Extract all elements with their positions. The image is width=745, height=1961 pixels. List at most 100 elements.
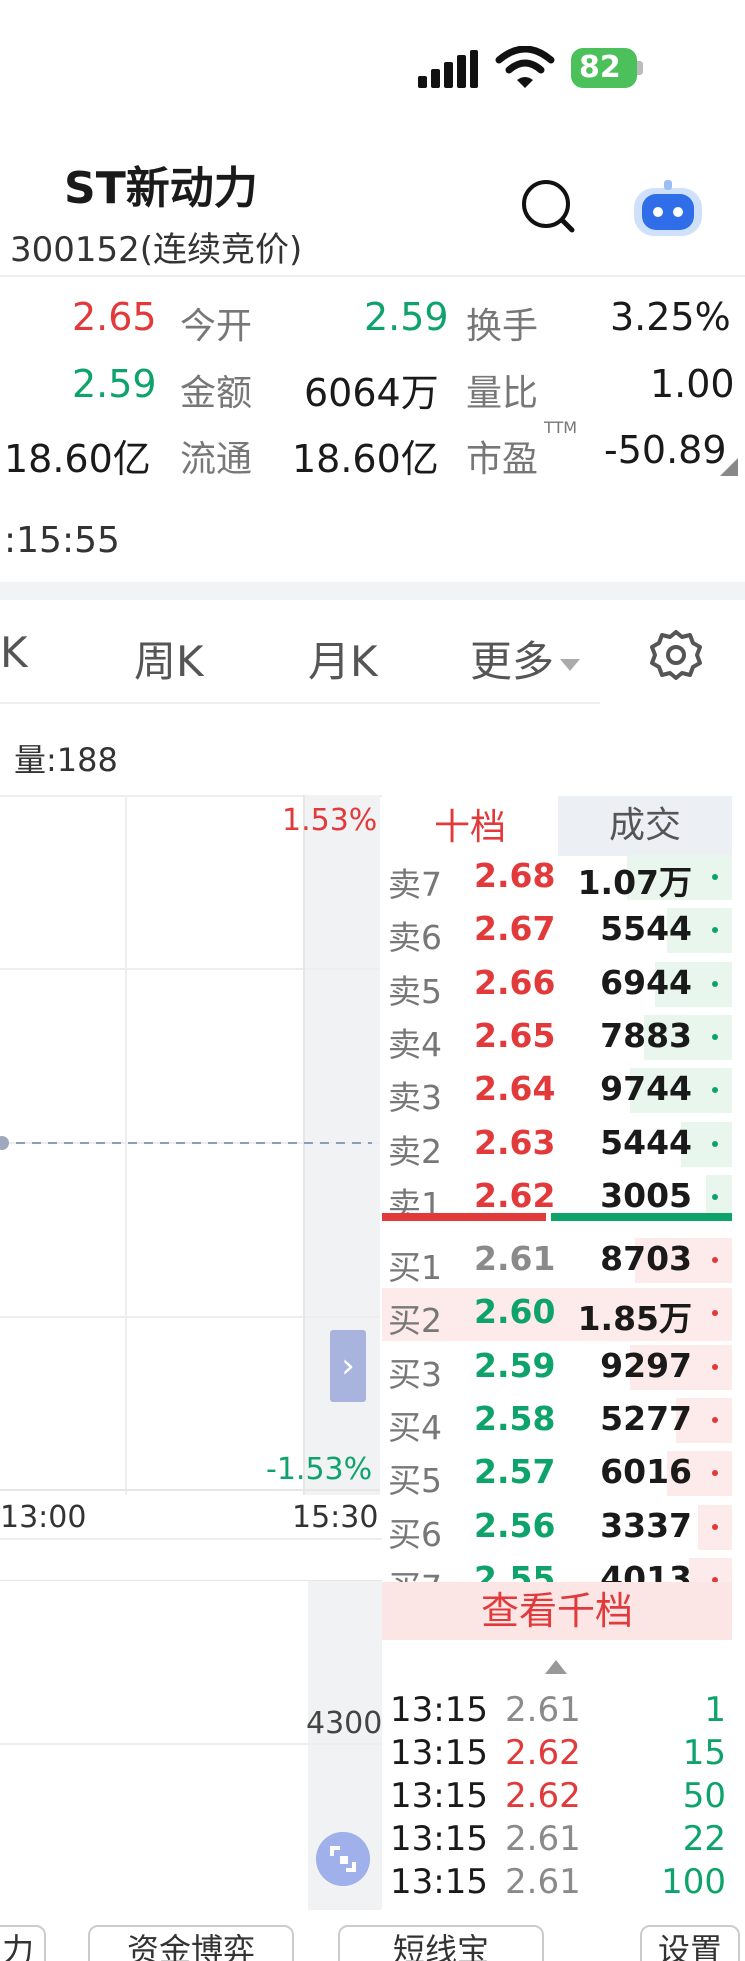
order-side: 卖2 [388, 1131, 442, 1171]
order-side: 买6 [388, 1514, 442, 1554]
trade-time: 13:15 [390, 1819, 488, 1859]
corner-triangle-icon [720, 458, 738, 476]
ask-row[interactable]: 卖4 2.65 7883 [382, 1012, 732, 1065]
bottom-button-short-line[interactable]: 短线宝 [338, 1925, 544, 1961]
order-side: 买1 [388, 1248, 442, 1288]
order-price: 2.68 [474, 856, 556, 895]
bottom-button-fund-game[interactable]: 资金博弈 [88, 1925, 294, 1961]
gear-icon[interactable] [648, 628, 704, 684]
trade-time: 13:15 [390, 1733, 488, 1773]
order-volume: 6944 [600, 962, 692, 1002]
bid-row[interactable]: 买4 2.58 5277 [382, 1395, 732, 1448]
order-price: 2.57 [474, 1452, 556, 1492]
order-side: 卖7 [388, 865, 442, 904]
order-dot [712, 1033, 718, 1040]
expand-orderbook-button[interactable]: › [330, 1330, 366, 1402]
tab-day-k[interactable]: K [0, 628, 28, 677]
label-pe: 市盈 [466, 439, 539, 480]
time-axis-right: 15:30 [292, 1500, 379, 1535]
order-side: 买2 [388, 1301, 442, 1341]
trade-time: 13:15 [390, 1776, 488, 1816]
wifi-icon [495, 46, 555, 88]
trade-row: 13:15 2.62 50 [390, 1776, 730, 1818]
tab-trades[interactable]: 成交 [558, 796, 732, 856]
label-open: 今开 [180, 306, 253, 347]
trade-price: 2.61 [505, 1690, 581, 1730]
quote-high: 2.65 [72, 295, 157, 339]
ask-row[interactable]: 卖6 2.67 5544 [382, 905, 732, 958]
label-volume-ratio: 量比 [466, 373, 539, 414]
trade-row: 13:15 2.62 15 [390, 1733, 730, 1775]
order-price: 2.60 [474, 1292, 556, 1332]
trade-price: 2.62 [505, 1776, 581, 1816]
tab-month-k[interactable]: 月K [308, 628, 378, 689]
trade-price: 2.62 [505, 1733, 581, 1773]
ask-row[interactable]: 卖5 2.66 6944 [382, 959, 732, 1012]
order-volume: 1.85万 [577, 1299, 692, 1339]
order-dot [712, 980, 718, 987]
order-price: 2.61 [474, 1239, 556, 1279]
ask-row[interactable]: 卖3 2.64 9744 [382, 1065, 732, 1118]
ask-row[interactable]: 卖2 2.63 5444 [382, 1119, 732, 1172]
tab-more-label: 更多 [470, 637, 555, 686]
order-volume: 7883 [600, 1015, 692, 1055]
tab-week-k[interactable]: 周K [134, 628, 204, 689]
order-volume: 3337 [600, 1505, 692, 1545]
order-volume: 3005 [600, 1175, 692, 1215]
trade-row: 13:15 2.61 1 [390, 1690, 730, 1732]
label-float: 流通 [180, 439, 253, 480]
search-icon[interactable] [520, 178, 576, 234]
view-thousand-levels-button[interactable]: 查看千档 [382, 1582, 732, 1640]
bid-row[interactable]: 买3 2.59 9297 [382, 1342, 732, 1395]
order-dot [712, 874, 718, 880]
order-price: 2.64 [474, 1069, 556, 1109]
order-volume: 1.07万 [577, 863, 692, 902]
tab-more[interactable]: 更多 [470, 628, 582, 689]
order-volume: 5277 [600, 1399, 692, 1438]
tabs-divider [0, 702, 600, 704]
battery-level: 82 [571, 48, 637, 88]
order-price: 2.66 [474, 962, 556, 1002]
trade-row: 13:15 2.61 100 [390, 1862, 730, 1904]
quote-volume-ratio: 1.00 [650, 362, 735, 406]
stock-code: 300152(连续竞价) [10, 230, 303, 270]
quote-low: 2.59 [72, 362, 157, 406]
order-price: 2.62 [474, 1175, 556, 1215]
bottom-button-0[interactable]: 力 [0, 1925, 46, 1961]
intraday-chart[interactable] [0, 795, 380, 1495]
tab-ten-levels[interactable]: 十档 [382, 800, 558, 856]
stock-name: ST新动力 [64, 163, 258, 214]
order-price: 2.65 [474, 1015, 556, 1055]
trade-row: 13:15 2.61 22 [390, 1819, 730, 1861]
robot-assistant-icon[interactable] [630, 178, 706, 240]
ask-bid-separator-red [382, 1213, 546, 1221]
time-axis-left: 13:00 [0, 1500, 87, 1535]
quote-open: 2.59 [364, 295, 449, 339]
order-price: 2.63 [474, 1122, 556, 1162]
ask-row[interactable]: 卖7 2.68 1.07万 [382, 852, 732, 905]
caret-up-icon[interactable] [545, 1660, 567, 1674]
trade-price: 2.61 [505, 1819, 581, 1859]
order-volume: 5544 [600, 909, 692, 949]
trade-volume: 22 [682, 1819, 726, 1859]
order-dot [712, 1523, 718, 1530]
order-dot [712, 1140, 718, 1147]
order-price: 2.58 [474, 1399, 556, 1438]
bid-row[interactable]: 买5 2.57 6016 [382, 1448, 732, 1501]
bid-row[interactable]: 买1 2.61 8703 [382, 1235, 732, 1288]
header-divider [0, 275, 745, 277]
quote-turnover: 3.25% [610, 295, 731, 339]
order-volume: 9744 [600, 1069, 692, 1109]
fullscreen-icon[interactable] [316, 1832, 370, 1886]
ask-bid-separator-green [551, 1213, 732, 1221]
pct-upper-limit: 1.53% [282, 803, 378, 838]
order-volume: 9297 [600, 1345, 692, 1385]
order-price: 2.59 [474, 1345, 556, 1385]
caret-down-icon [560, 658, 581, 671]
bid-row[interactable]: 买2 2.60 1.85万 [382, 1288, 732, 1342]
trade-volume: 50 [682, 1776, 726, 1816]
pct-lower-limit: -1.53% [266, 1452, 373, 1487]
order-side: 卖3 [388, 1078, 442, 1118]
bid-row[interactable]: 买6 2.56 3337 [382, 1502, 732, 1555]
bottom-button-settings[interactable]: 设置 [640, 1925, 740, 1961]
